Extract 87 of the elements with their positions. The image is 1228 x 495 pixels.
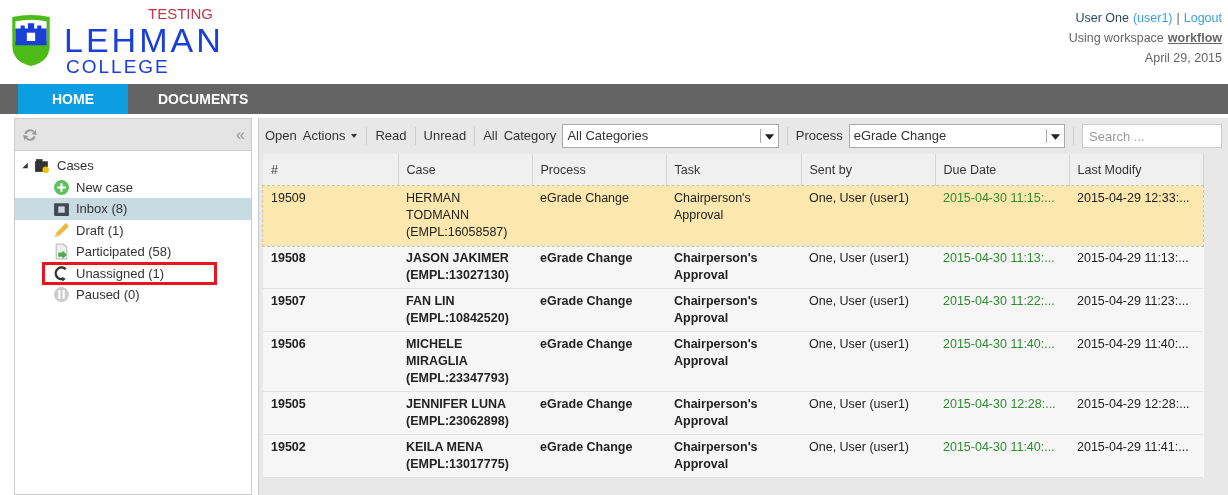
table-cell: FAN LIN (EMPL:10842520) [398, 288, 532, 332]
column-header[interactable]: # [263, 154, 398, 186]
tree-item[interactable]: Cases [57, 156, 94, 176]
table-cell: 19507 [263, 288, 398, 332]
date-label: April 29, 2015 [1144, 50, 1222, 67]
testing-label: TESTING [148, 6, 213, 21]
table-cell: Chairperson's Approval [666, 331, 801, 392]
column-header[interactable]: Task [666, 154, 801, 186]
table-cell: 2015-04-30 11:40:... [935, 434, 1069, 478]
tree-item[interactable]: Draft (1) [76, 220, 124, 240]
table-cell: One, User (user1) [801, 186, 935, 246]
tree-item[interactable]: New case [76, 177, 134, 197]
plus-circle-icon [53, 178, 70, 196]
user-name: User One [1075, 10, 1129, 27]
column-header[interactable]: Process [532, 154, 666, 186]
table-cell: 2015-04-29 11:13:... [1069, 245, 1203, 289]
table-row[interactable]: 19502 KEILA MENA (EMPL:13017775) eGrade Change Chairperson's Approval One, User (user1) 2015-04-30 11:40:... 2015-04-29 11:41:... [263, 434, 1203, 478]
table-cell: eGrade Change [532, 331, 666, 392]
separator: | [1176, 10, 1180, 27]
table-cell: One, User (user1) [801, 245, 935, 289]
table-cell: One, User (user1) [801, 391, 935, 435]
table-cell: One, User (user1) [801, 288, 935, 332]
table-cell: 2015-04-30 11:22:... [935, 288, 1069, 332]
tree-item[interactable]: Participated (58) [76, 242, 172, 262]
table-row[interactable]: 19507 FAN LIN (EMPL:10842520) eGrade Change Chairperson's Approval One, User (user1) 2015-04-30 11:22:... 2015-04-29 11:23:... [263, 288, 1203, 332]
logo-subtitle: COLLEGE [65, 56, 171, 78]
table-cell: MICHELE MIRAGLIA (EMPL:23347793) [398, 331, 532, 392]
process-label: Process [795, 127, 843, 146]
table-cell: Chairperson's Approval [666, 186, 801, 246]
nav-tab[interactable]: DOCUMENTS [128, 84, 279, 114]
category-dropdown[interactable]: All Categories [562, 124, 779, 148]
tree-item[interactable]: Unassigned (1) [76, 263, 165, 283]
table-cell: 2015-04-29 11:40:... [1069, 331, 1203, 392]
table-row[interactable]: 19506 MICHELE MIRAGLIA (EMPL:23347793) eGrade Change Chairperson's Approval One, User (user1) 2015-04-30 11:40:... 2015-04-29 11:40:... [263, 331, 1203, 392]
workspace-label: Using workspace [1068, 30, 1164, 47]
table-cell: 2015-04-30 11:40:... [935, 331, 1069, 392]
open-button[interactable]: Open [265, 126, 297, 146]
column-header[interactable]: Sent by [801, 154, 935, 186]
pause-icon [53, 286, 70, 304]
search-field[interactable]: Search ... [1082, 124, 1223, 148]
table-cell: JENNIFER LUNA (EMPL:23062898) [398, 391, 532, 435]
table-cell: 2015-04-30 11:15:... [935, 186, 1069, 246]
table-cell: 2015-04-29 12:28:... [1069, 391, 1203, 435]
read-button[interactable]: Read [375, 126, 407, 146]
table-cell: One, User (user1) [801, 434, 935, 478]
column-header[interactable]: Case [398, 154, 532, 186]
folder-icon [34, 157, 51, 175]
table-cell: KEILA MENA (EMPL:13017775) [398, 434, 532, 478]
workspace-link[interactable]: workflow [1167, 28, 1222, 48]
table-cell: 19509 [263, 186, 398, 246]
logo-title: LEHMAN [64, 24, 224, 56]
table-cell: 19502 [263, 434, 398, 478]
table-cell: One, User (user1) [801, 331, 935, 392]
column-header[interactable]: Due Date [935, 154, 1069, 186]
table-row[interactable]: 19508 JASON JAKIMER (EMPL:13027130) eGrade Change Chairperson's Approval One, User (user1) 2015-04-30 11:13:... 2015-04-29 11:13:... [263, 245, 1203, 289]
actions-menu[interactable]: Actions [302, 126, 359, 146]
table-cell: Chairperson's Approval [666, 245, 801, 289]
document-arrow-icon [53, 243, 70, 261]
table-cell: 19508 [263, 245, 398, 289]
table-cell: Chairperson's Approval [666, 434, 801, 478]
table-cell: eGrade Change [532, 434, 666, 478]
table-cell: 2015-04-29 12:33:... [1069, 186, 1203, 246]
caret-icon [350, 132, 359, 140]
category-label: Category [503, 127, 557, 146]
table-cell: JASON JAKIMER (EMPL:13027130) [398, 245, 532, 289]
table-cell: Chairperson's Approval [666, 391, 801, 435]
table-cell: 19505 [263, 391, 398, 435]
table-row[interactable]: 19505 JENNIFER LUNA (EMPL:23062898) eGrade Change Chairperson's Approval One, User (user1) 2015-04-30 12:28:... 2015-04-29 12:28:... [263, 391, 1203, 435]
unread-button[interactable]: Unread [423, 126, 467, 146]
shield-logo-icon [10, 14, 52, 68]
tree-item[interactable]: Paused (0) [76, 285, 140, 305]
table-cell: eGrade Change [532, 245, 666, 289]
expander-icon[interactable] [21, 161, 30, 171]
pencil-icon [53, 221, 70, 239]
table-cell: eGrade Change [532, 391, 666, 435]
table-cell: Chairperson's Approval [666, 288, 801, 332]
table-cell: 2015-04-29 11:41:... [1069, 434, 1203, 478]
column-header[interactable]: Last Modify [1069, 154, 1203, 186]
all-button[interactable]: All [483, 126, 498, 146]
table-cell: 2015-04-29 11:23:... [1069, 288, 1203, 332]
table-cell: 19506 [263, 331, 398, 392]
table-cell: HERMAN TODMANN (EMPL:16058587) [398, 186, 532, 246]
process-dropdown[interactable]: eGrade Change [848, 124, 1066, 148]
table-cell: eGrade Change [532, 186, 666, 246]
table-cell: 2015-04-30 11:13:... [935, 245, 1069, 289]
table-cell: 2015-04-30 12:28:... [935, 391, 1069, 435]
table-cell: eGrade Change [532, 288, 666, 332]
